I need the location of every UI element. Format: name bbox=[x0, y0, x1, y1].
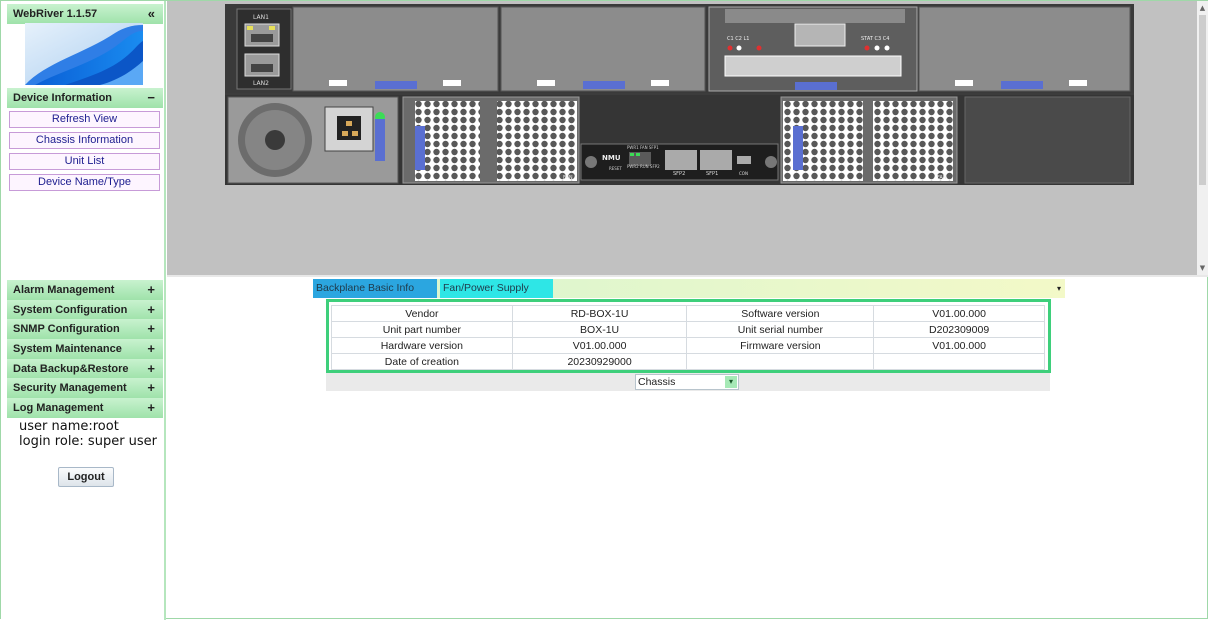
chassis-front-view[interactable]: LAN1 LAN2 C1 C2 L1 STAT C3 C4 NMU RESET … bbox=[225, 4, 1134, 185]
expand-icon[interactable]: + bbox=[147, 300, 155, 320]
hardware-version-value: V01.00.000 bbox=[511, 337, 688, 354]
expand-icon[interactable]: + bbox=[147, 359, 155, 379]
nmu-label: NMU bbox=[602, 154, 621, 162]
backplane-info-panel: Vendor RD-BOX-1U Software version V01.00… bbox=[326, 299, 1051, 373]
expand-icon[interactable]: + bbox=[147, 319, 155, 339]
table-row: Date of creation 20230929000 bbox=[331, 353, 1045, 370]
app-title-bar[interactable]: WebRiver 1.1.57 « bbox=[7, 4, 163, 24]
collapse-sidebar-icon[interactable]: « bbox=[148, 4, 155, 24]
chassis-information-link[interactable]: Chassis Information bbox=[9, 132, 160, 149]
device-name-type-link[interactable]: Device Name/Type bbox=[9, 174, 160, 191]
scroll-down-icon[interactable]: ▼ bbox=[1198, 263, 1207, 273]
date-of-creation-key: Date of creation bbox=[331, 353, 513, 370]
nmu-led-labels-top: PWR1 FAN SFP1 bbox=[627, 145, 659, 150]
reset-label: RESET bbox=[609, 166, 622, 171]
fan-right-label: FAN bbox=[937, 175, 947, 181]
tab-dropdown-icon[interactable]: ▾ bbox=[1054, 282, 1064, 296]
backplane-info-table: Vendor RD-BOX-1U Software version V01.00… bbox=[331, 305, 1045, 370]
software-version-key: Software version bbox=[686, 305, 875, 322]
login-role-text: login role: super user bbox=[19, 434, 158, 449]
menu-label: Log Management bbox=[13, 402, 104, 414]
vertical-scrollbar[interactable]: ▲ ▼ bbox=[1197, 1, 1208, 275]
chevron-down-icon[interactable]: ▾ bbox=[725, 376, 737, 388]
expand-icon[interactable]: + bbox=[147, 280, 155, 300]
menu-security-management[interactable]: Security Management + bbox=[7, 378, 163, 398]
sfp2-label: SFP2 bbox=[673, 171, 686, 177]
menu-label: Security Management bbox=[13, 382, 127, 394]
unit-part-number-value: BOX-1U bbox=[511, 321, 688, 338]
windows-logo-image bbox=[25, 23, 143, 85]
user-name-text: user name:root bbox=[19, 419, 119, 434]
menu-data-backup-restore[interactable]: Data Backup&Restore + bbox=[7, 359, 163, 379]
menu-label: System Configuration bbox=[13, 304, 128, 316]
chassis-select[interactable]: Chassis ▾ bbox=[635, 374, 739, 390]
firmware-version-key: Firmware version bbox=[686, 337, 875, 354]
stat-led-labels: STAT C3 C4 bbox=[861, 36, 890, 42]
collapse-icon[interactable]: − bbox=[147, 88, 155, 108]
empty-cell bbox=[873, 353, 1045, 370]
expand-icon[interactable]: + bbox=[147, 378, 155, 398]
expand-icon[interactable]: + bbox=[147, 339, 155, 359]
unit-serial-number-value: D202309009 bbox=[873, 321, 1045, 338]
tab-bar: Backplane Basic Info Fan/Power Supply bbox=[313, 279, 1065, 298]
app-window: WebRiver 1.1.57 « Device Information − R… bbox=[0, 0, 1208, 620]
table-row: Hardware version V01.00.000 Firmware ver… bbox=[331, 337, 1045, 354]
menu-label: Data Backup&Restore bbox=[13, 363, 129, 375]
menu-alarm-management[interactable]: Alarm Management + bbox=[7, 280, 163, 300]
unit-list-link[interactable]: Unit List bbox=[9, 153, 160, 170]
device-information-label: Device Information bbox=[13, 92, 113, 104]
table-row: Vendor RD-BOX-1U Software version V01.00… bbox=[331, 305, 1045, 322]
vendor-key: Vendor bbox=[331, 305, 513, 322]
table-row: Unit part number BOX-1U Unit serial numb… bbox=[331, 321, 1045, 338]
menu-label: SNMP Configuration bbox=[13, 323, 120, 335]
nmu-led-labels-bottom: PWR2 RUN SFP2 bbox=[627, 164, 660, 169]
tab-fan-power-supply[interactable]: Fan/Power Supply bbox=[440, 279, 553, 298]
software-version-value: V01.00.000 bbox=[873, 305, 1045, 322]
menu-label: Alarm Management bbox=[13, 284, 115, 296]
lan1-label: LAN1 bbox=[253, 14, 269, 21]
scrollbar-thumb[interactable] bbox=[1199, 15, 1206, 185]
left-led-labels: C1 C2 L1 bbox=[727, 36, 750, 42]
chassis-select-value: Chassis bbox=[638, 376, 676, 388]
logout-button[interactable]: Logout bbox=[58, 467, 114, 487]
menu-system-configuration[interactable]: System Configuration + bbox=[7, 300, 163, 320]
unit-part-number-key: Unit part number bbox=[331, 321, 513, 338]
sidebar: WebRiver 1.1.57 « Device Information − R… bbox=[1, 1, 166, 620]
tab-backplane-basic-info[interactable]: Backplane Basic Info bbox=[313, 279, 437, 298]
scroll-up-icon[interactable]: ▲ bbox=[1198, 3, 1207, 13]
menu-snmp-configuration[interactable]: SNMP Configuration + bbox=[7, 319, 163, 339]
user-info: user name:root login role: super user bbox=[19, 419, 157, 449]
empty-cell bbox=[686, 353, 875, 370]
menu-label: System Maintenance bbox=[13, 343, 122, 355]
panel-divider bbox=[167, 275, 1208, 277]
expand-icon[interactable]: + bbox=[147, 398, 155, 418]
con-label: CON bbox=[739, 171, 748, 176]
sfp1-label: SFP1 bbox=[706, 171, 719, 177]
menu-system-maintenance[interactable]: System Maintenance + bbox=[7, 339, 163, 359]
lan2-label: LAN2 bbox=[253, 80, 269, 87]
hardware-version-key: Hardware version bbox=[331, 337, 513, 354]
refresh-view-link[interactable]: Refresh View bbox=[9, 111, 160, 128]
vendor-value: RD-BOX-1U bbox=[511, 305, 688, 322]
fan-left-label: FAN bbox=[563, 175, 573, 181]
app-title: WebRiver 1.1.57 bbox=[13, 8, 98, 20]
firmware-version-value: V01.00.000 bbox=[873, 337, 1045, 354]
device-information-header[interactable]: Device Information − bbox=[7, 88, 163, 108]
unit-serial-number-key: Unit serial number bbox=[686, 321, 875, 338]
date-of-creation-value: 20230929000 bbox=[511, 353, 688, 370]
menu-log-management[interactable]: Log Management + bbox=[7, 398, 163, 418]
